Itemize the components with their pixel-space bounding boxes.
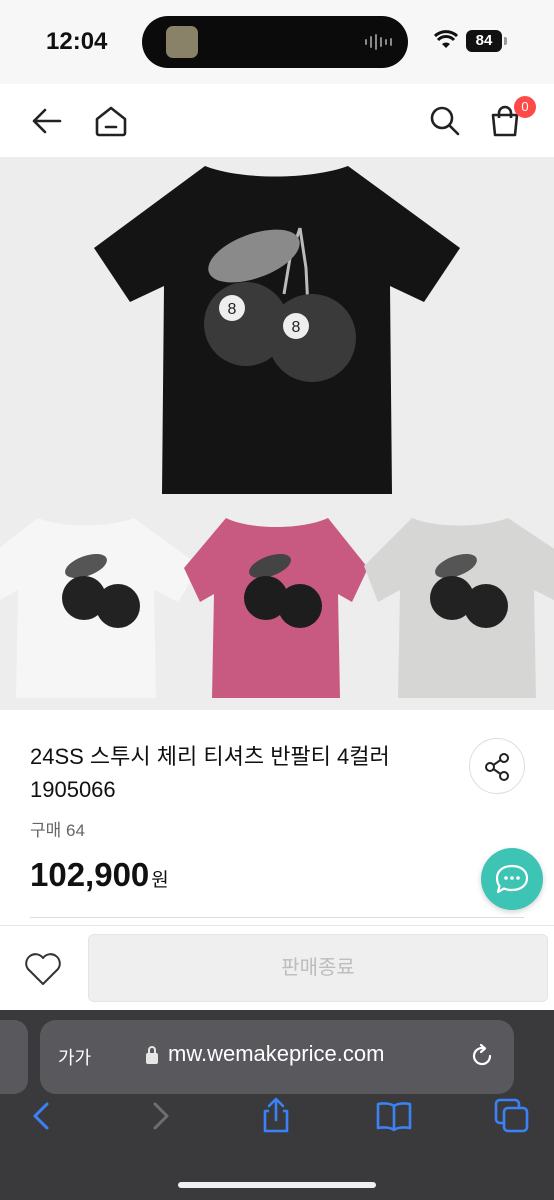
black-tshirt: 8 8 (94, 166, 460, 494)
cart-count-badge: 0 (514, 96, 536, 118)
status-bar: 12:04 84 (0, 0, 554, 84)
clock: 12:04 (46, 28, 108, 55)
address-bar[interactable]: 가가 mw.wemakeprice.com (40, 1020, 514, 1094)
battery-tip (504, 37, 507, 45)
svg-text:8: 8 (292, 319, 301, 336)
price-value: 102,900 (30, 856, 150, 893)
dynamic-island[interactable] (142, 16, 408, 68)
purchase-bar: 판매종료 (0, 925, 554, 1010)
back-icon[interactable] (22, 1096, 62, 1136)
pink-tshirt (184, 518, 368, 698)
battery-icon: 84 (466, 30, 502, 52)
sold-out-button[interactable]: 판매종료 (88, 934, 548, 1002)
text-size-button[interactable]: 가가 (58, 1044, 91, 1070)
product-title: 24SS 스투시 체리 티셔츠 반팔티 4컬러 1905066 (30, 744, 390, 802)
price: 102,900 원 (30, 856, 169, 894)
share-icon[interactable] (256, 1096, 296, 1136)
app-header (0, 84, 554, 158)
audio-waveform-icon (365, 34, 392, 50)
svg-text:8: 8 (228, 301, 237, 318)
white-tshirt (0, 518, 200, 698)
chat-bubble-icon (495, 864, 529, 894)
heart-icon[interactable] (22, 948, 64, 990)
previous-tab-preview[interactable] (0, 1020, 28, 1094)
chat-button[interactable] (481, 848, 543, 910)
now-playing-thumbnail-icon (166, 26, 198, 58)
purchase-count: 구매 64 (30, 821, 85, 840)
share-icon (485, 753, 509, 781)
product-info: 24SS 스투시 체리 티셔츠 반팔티 4컬러 1905066 구매 64 10… (0, 710, 554, 925)
home-indicator (178, 1182, 376, 1188)
search-icon[interactable] (426, 102, 464, 140)
bookmarks-icon[interactable] (374, 1096, 414, 1136)
tabs-icon[interactable] (492, 1096, 532, 1136)
forward-icon[interactable] (140, 1096, 180, 1136)
product-image[interactable]: 8 8 (0, 158, 554, 710)
back-arrow-icon[interactable] (28, 102, 66, 140)
divider (30, 917, 524, 918)
product-photo: 8 8 (0, 166, 554, 698)
wifi-icon (434, 30, 458, 48)
reload-icon[interactable] (468, 1042, 496, 1070)
url-text: mw.wemakeprice.com (168, 1041, 385, 1066)
share-button[interactable] (469, 738, 525, 794)
browser-toolbar: 가가 mw.wemakeprice.com (0, 1010, 554, 1200)
price-currency: 원 (151, 870, 169, 891)
lock-icon (146, 1046, 158, 1064)
home-icon[interactable] (92, 102, 130, 140)
grey-tshirt (364, 518, 554, 698)
